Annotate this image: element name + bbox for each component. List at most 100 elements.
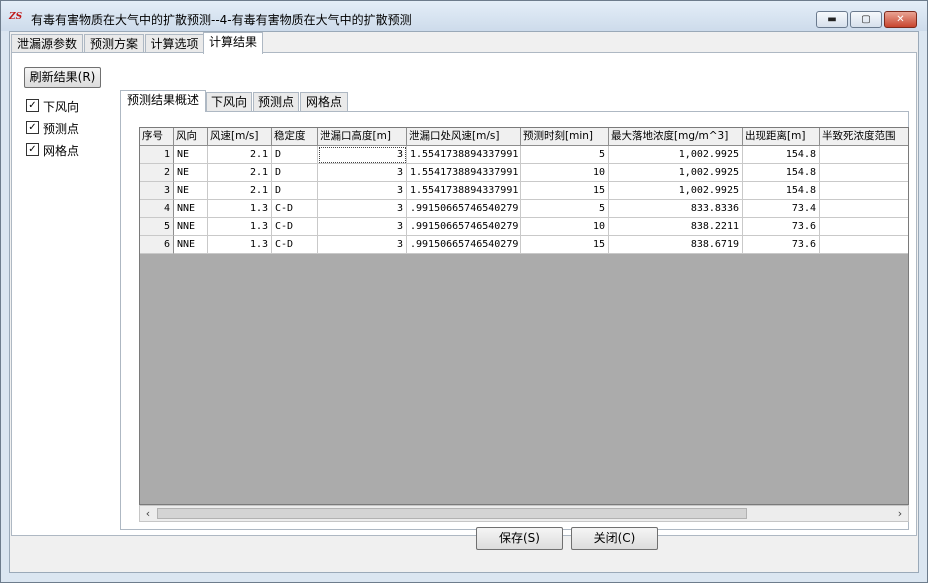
table-cell[interactable]: 154.8: [743, 146, 820, 164]
checkbox-checked-icon: ✓: [26, 121, 39, 134]
table-cell[interactable]: [820, 236, 908, 254]
column-header[interactable]: 半致死浓度范围: [820, 128, 908, 146]
table-cell[interactable]: [820, 164, 908, 182]
column-header[interactable]: 风向: [174, 128, 208, 146]
refresh-results-button[interactable]: 刷新结果(R): [24, 67, 101, 88]
tab-forecast-plan[interactable]: 预测方案: [84, 34, 144, 54]
table-cell[interactable]: 1,002.9925: [609, 164, 743, 182]
title-bar[interactable]: ZS 有毒有害物质在大气中的扩散预测--4-有毒有害物质在大气中的扩散预测 ▬ …: [1, 1, 927, 31]
table-cell[interactable]: 3: [318, 218, 407, 236]
table-cell[interactable]: 1.5541738894337991: [407, 164, 521, 182]
row-header[interactable]: 6: [140, 236, 174, 254]
table-cell[interactable]: 154.8: [743, 182, 820, 200]
table-cell[interactable]: 3: [318, 182, 407, 200]
row-header[interactable]: 2: [140, 164, 174, 182]
table-cell[interactable]: 154.8: [743, 164, 820, 182]
main-window: ZS 有毒有害物质在大气中的扩散预测--4-有毒有害物质在大气中的扩散预测 ▬ …: [0, 0, 928, 583]
window-title: 有毒有害物质在大气中的扩散预测--4-有毒有害物质在大气中的扩散预测: [31, 13, 412, 27]
table-cell[interactable]: 1,002.9925: [609, 182, 743, 200]
table-cell[interactable]: D: [272, 146, 318, 164]
checkbox-checked-icon: ✓: [26, 143, 39, 156]
column-header[interactable]: 风速[m/s]: [208, 128, 272, 146]
table-cell[interactable]: 5: [521, 146, 609, 164]
table-cell[interactable]: 3: [318, 146, 407, 164]
table-cell[interactable]: NNE: [174, 218, 208, 236]
table-cell[interactable]: 1.5541738894337991: [407, 182, 521, 200]
table-cell[interactable]: NE: [174, 164, 208, 182]
column-header[interactable]: 泄漏口处风速[m/s]: [407, 128, 521, 146]
table-cell[interactable]: 2.1: [208, 146, 272, 164]
column-header[interactable]: 序号: [140, 128, 174, 146]
table-cell[interactable]: [820, 146, 908, 164]
window-client-area: 泄漏源参数 预测方案 计算选项 计算结果 刷新结果(R) ✓ 下风向 ✓ 预测点…: [9, 31, 919, 573]
table-cell[interactable]: 15: [521, 236, 609, 254]
horizontal-scrollbar[interactable]: ‹ ›: [139, 505, 909, 522]
table-cell[interactable]: D: [272, 182, 318, 200]
table-cell[interactable]: C-D: [272, 200, 318, 218]
table-cell[interactable]: 1.3: [208, 218, 272, 236]
table-cell[interactable]: 1.3: [208, 236, 272, 254]
table-cell[interactable]: 15: [521, 182, 609, 200]
checkbox-downwind-label: 下风向: [43, 100, 80, 114]
save-button[interactable]: 保存(S): [476, 527, 563, 550]
table-cell[interactable]: 3: [318, 200, 407, 218]
column-header[interactable]: 出现距离[m]: [743, 128, 820, 146]
scroll-right-icon[interactable]: ›: [892, 506, 908, 521]
column-header[interactable]: 最大落地浓度[mg/m^3]: [609, 128, 743, 146]
scrollbar-thumb[interactable]: [157, 508, 747, 519]
close-icon: ✕: [896, 14, 905, 25]
table-cell[interactable]: [820, 182, 908, 200]
table-cell[interactable]: 10: [521, 164, 609, 182]
table-cell[interactable]: [820, 200, 908, 218]
results-grid[interactable]: 序号 风向 风速[m/s] 稳定度 泄漏口高度[m] 泄漏口处风速[m/s] 预测时刻[mi…: [139, 127, 909, 505]
column-header[interactable]: 稳定度: [272, 128, 318, 146]
row-header[interactable]: 5: [140, 218, 174, 236]
table-cell[interactable]: 1,002.9925: [609, 146, 743, 164]
row-header[interactable]: 1: [140, 146, 174, 164]
table-cell[interactable]: NE: [174, 146, 208, 164]
tab-leak-source[interactable]: 泄漏源参数: [11, 34, 83, 54]
table-cell[interactable]: D: [272, 164, 318, 182]
table-cell[interactable]: C-D: [272, 236, 318, 254]
table-cell[interactable]: NNE: [174, 236, 208, 254]
close-window-button[interactable]: ✕: [884, 11, 917, 28]
table-cell[interactable]: 1.5541738894337991: [407, 146, 521, 164]
tab-calc-results[interactable]: 计算结果: [203, 32, 263, 54]
table-cell[interactable]: 10: [521, 218, 609, 236]
table-cell[interactable]: 1.3: [208, 200, 272, 218]
table-cell[interactable]: [820, 218, 908, 236]
row-header[interactable]: 3: [140, 182, 174, 200]
table-cell[interactable]: C-D: [272, 218, 318, 236]
table-cell[interactable]: .99150665746540279: [407, 200, 521, 218]
table-cell[interactable]: 73.6: [743, 218, 820, 236]
minimize-button[interactable]: ▬: [816, 11, 848, 28]
subtab-downwind[interactable]: 下风向: [206, 92, 252, 112]
row-header[interactable]: 4: [140, 200, 174, 218]
subtab-forecast-points[interactable]: 预测点: [253, 92, 299, 112]
table-cell[interactable]: NNE: [174, 200, 208, 218]
table-cell[interactable]: 2.1: [208, 164, 272, 182]
table-cell[interactable]: 3: [318, 164, 407, 182]
table-cell[interactable]: 838.6719: [609, 236, 743, 254]
checkbox-grid-points-label: 网格点: [43, 144, 80, 158]
tab-calc-options[interactable]: 计算选项: [145, 34, 204, 54]
table-cell[interactable]: NE: [174, 182, 208, 200]
table-cell[interactable]: 833.8336: [609, 200, 743, 218]
table-cell[interactable]: 5: [521, 200, 609, 218]
table-cell[interactable]: 2.1: [208, 182, 272, 200]
table-cell[interactable]: .99150665746540279: [407, 236, 521, 254]
subtab-grid-points[interactable]: 网格点: [300, 92, 348, 112]
column-header[interactable]: 预测时刻[min]: [521, 128, 609, 146]
table-cell[interactable]: 838.2211: [609, 218, 743, 236]
table-cell[interactable]: 3: [318, 236, 407, 254]
table-cell[interactable]: 73.6: [743, 236, 820, 254]
table-cell[interactable]: 73.4: [743, 200, 820, 218]
table-cell[interactable]: .99150665746540279: [407, 218, 521, 236]
subtab-summary[interactable]: 预测结果概述: [120, 90, 206, 112]
maximize-button[interactable]: ▢: [850, 11, 882, 28]
close-button[interactable]: 关闭(C): [571, 527, 658, 550]
scroll-left-icon[interactable]: ‹: [140, 506, 156, 521]
maximize-icon: ▢: [861, 14, 871, 25]
column-header[interactable]: 泄漏口高度[m]: [318, 128, 407, 146]
checkbox-forecast-points-label: 预测点: [43, 122, 80, 136]
